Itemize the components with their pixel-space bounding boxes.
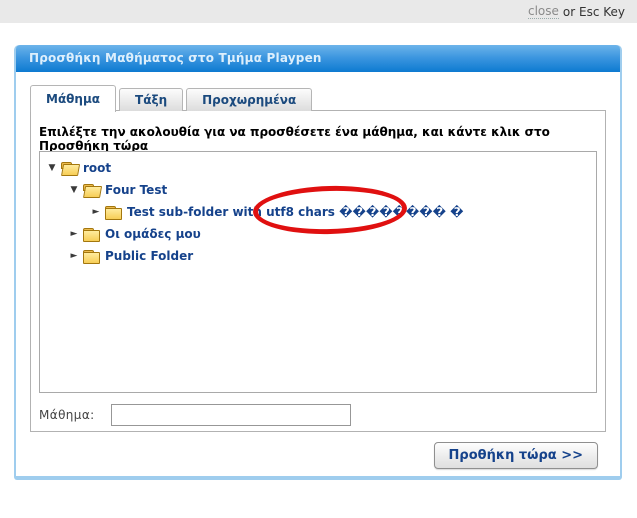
course-field-row: Μάθημα: — [39, 404, 351, 426]
tab-class[interactable]: Τάξη — [119, 88, 183, 111]
tab-label: Μάθημα — [46, 92, 100, 106]
add-course-dialog: Προσθήκη Μαθήματος στο Τμήμα Playpen Μάθ… — [14, 45, 622, 480]
tab-bar: Μάθημα Τάξη Προχωρημένα — [30, 84, 315, 111]
folder-icon — [82, 249, 100, 263]
course-field-label: Μάθημα: — [39, 408, 95, 422]
expand-toggle-icon[interactable]: ► — [68, 229, 80, 239]
esc-key-hint: or Esc Key — [563, 5, 625, 19]
folder-icon — [60, 161, 78, 175]
tab-course[interactable]: Μάθημα — [30, 85, 116, 112]
folder-tree: ▼ root ▼ Four Test ► Test sub-folder wit… — [39, 151, 597, 393]
tab-advanced[interactable]: Προχωρημένα — [186, 88, 312, 111]
add-now-button[interactable]: Προθήκη τώρα >> — [434, 442, 598, 469]
tab-label: Τάξη — [135, 93, 167, 107]
tree-item-label: root — [83, 161, 111, 175]
expand-toggle-icon[interactable]: ▼ — [68, 185, 80, 195]
tree-item[interactable]: ► Οι ομάδες μου — [40, 223, 596, 245]
close-link[interactable]: close — [528, 4, 559, 19]
course-name-input[interactable] — [111, 404, 351, 426]
tree-item[interactable]: ► Public Folder — [40, 245, 596, 267]
tree-item-label: Οι ομάδες μου — [105, 227, 201, 241]
lightbox-topbar: close or Esc Key — [0, 0, 637, 23]
dialog-body: Μάθημα Τάξη Προχωρημένα Επιλέξτε την ακο… — [16, 72, 620, 476]
tree-item[interactable]: ▼ root — [40, 157, 596, 179]
tree-item-label: Four Test — [105, 183, 167, 197]
expand-toggle-icon[interactable]: ▼ — [46, 163, 58, 173]
tab-content-panel: Επιλέξτε την ακολουθία για να προσθέσετε… — [30, 110, 606, 432]
folder-icon — [82, 227, 100, 241]
folder-icon — [104, 205, 122, 219]
tree-item-label: Test sub-folder with utf8 chars ��������… — [127, 205, 464, 219]
expand-toggle-icon[interactable]: ► — [68, 251, 80, 261]
folder-icon — [82, 183, 100, 197]
tab-label: Προχωρημένα — [202, 93, 296, 107]
instruction-text: Επιλέξτε την ακολουθία για να προσθέσετε… — [39, 125, 605, 153]
expand-toggle-icon[interactable]: ► — [90, 207, 102, 217]
tree-item[interactable]: ► Test sub-folder with utf8 chars ������… — [40, 201, 596, 223]
tree-item[interactable]: ▼ Four Test — [40, 179, 596, 201]
dialog-title: Προσθήκη Μαθήματος στο Τμήμα Playpen — [16, 45, 620, 72]
page: close or Esc Key Προσθήκη Μαθήματος στο … — [0, 0, 637, 518]
tree-item-label: Public Folder — [105, 249, 193, 263]
